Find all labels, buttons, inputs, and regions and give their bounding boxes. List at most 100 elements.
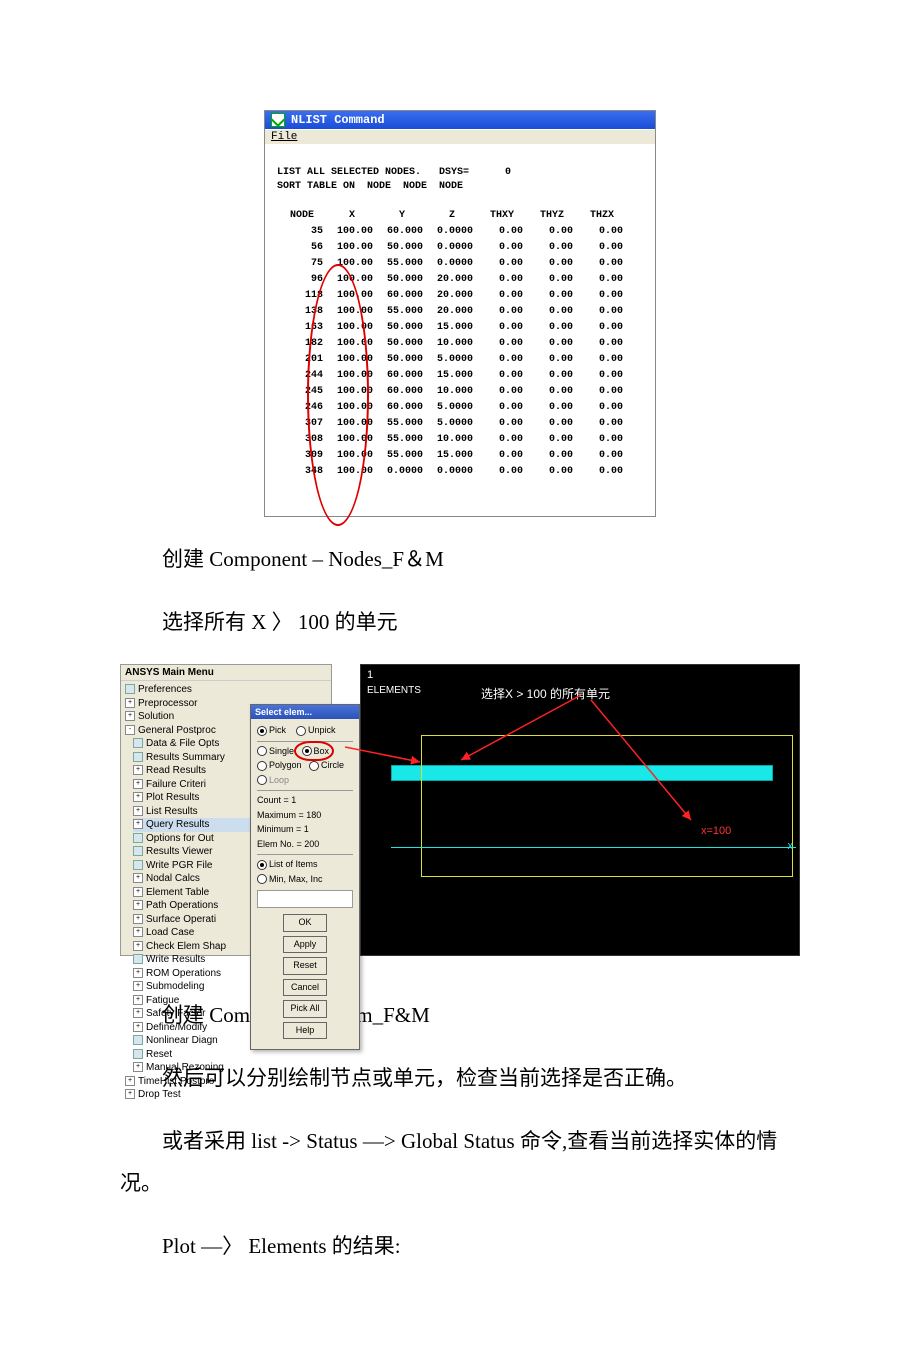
- select-dialog-title: Select elem...: [251, 705, 359, 719]
- radio-list-items[interactable]: [257, 860, 267, 870]
- tree-expand-icon[interactable]: +: [133, 873, 143, 883]
- tree-leaf-icon[interactable]: [133, 1035, 143, 1045]
- table-row: 348100.000.00000.00000.000.000.00: [277, 464, 627, 480]
- tree-expand-icon[interactable]: +: [125, 1089, 135, 1099]
- vp-x-axis-label: x: [788, 840, 794, 852]
- tree-expand-icon[interactable]: +: [133, 968, 143, 978]
- tree-item[interactable]: +Drop Test: [125, 1088, 327, 1102]
- tree-leaf-icon[interactable]: [125, 684, 135, 694]
- vp-label-elements: ELEMENTS: [367, 685, 421, 696]
- tree-expand-icon[interactable]: +: [133, 765, 143, 775]
- nlist-header-row: NODE X Y Z THXY THYZ THZX: [277, 208, 627, 224]
- tree-item-label: General Postproc: [138, 725, 216, 736]
- tree-item-label: Write PGR File: [146, 860, 213, 871]
- tree-item[interactable]: +Manual Rezoning: [133, 1061, 327, 1075]
- tree-expand-icon[interactable]: +: [133, 981, 143, 991]
- table-row: 307100.0055.0005.00000.000.000.00: [277, 416, 627, 432]
- ok-button[interactable]: OK: [283, 914, 327, 932]
- tree-leaf-icon[interactable]: [133, 738, 143, 748]
- tree-expand-icon[interactable]: +: [133, 792, 143, 802]
- tree-item-label: Surface Operati: [146, 914, 216, 925]
- tree-leaf-icon[interactable]: [133, 833, 143, 843]
- tree-expand-icon[interactable]: +: [133, 1022, 143, 1032]
- table-row: 35100.0060.0000.00000.000.000.00: [277, 224, 627, 240]
- paragraph-plot-elements-result: Plot —〉 Elements 的结果:: [120, 1225, 800, 1267]
- min-label: Minimum = 1: [257, 823, 353, 837]
- tree-item-label: ROM Operations: [146, 968, 221, 979]
- table-row: 201100.0050.0005.00000.000.000.00: [277, 352, 627, 368]
- tree-leaf-icon[interactable]: [133, 846, 143, 856]
- select-elem-dialog[interactable]: Select elem... Pick Unpick Single Box: [250, 704, 360, 1050]
- tree-item-label: Fatigue: [146, 995, 179, 1006]
- ansys-screenshot: www.bdocx.com ANSYS Main Menu Preference…: [120, 664, 800, 954]
- tree-leaf-icon[interactable]: [133, 954, 143, 964]
- elemno-label: Elem No. = 200: [257, 838, 353, 852]
- max-label: Maximum = 180: [257, 809, 353, 823]
- box-radio-highlight-annotation: [294, 741, 334, 761]
- tree-item-label: Nonlinear Diagn: [146, 1035, 218, 1046]
- col-z: Z: [427, 208, 477, 224]
- radio-min-max-inc[interactable]: [257, 874, 267, 884]
- x-axis-line: [391, 847, 796, 848]
- table-row: 75100.0055.0000.00000.000.000.00: [277, 256, 627, 272]
- tree-expand-icon[interactable]: +: [133, 887, 143, 897]
- apply-button[interactable]: Apply: [283, 936, 327, 954]
- tree-expand-icon[interactable]: -: [125, 725, 135, 735]
- picked-items-input[interactable]: [257, 890, 353, 908]
- tree-expand-icon[interactable]: +: [133, 927, 143, 937]
- tree-expand-icon[interactable]: +: [133, 779, 143, 789]
- reset-button[interactable]: Reset: [283, 957, 327, 975]
- paragraph-create-nodes-component: 创建 Component – Nodes_F＆M: [120, 538, 800, 580]
- graphics-viewport[interactable]: 1 ELEMENTS 选择X > 100 的所有单元 x=100 x: [360, 664, 800, 956]
- tree-leaf-icon[interactable]: [133, 1049, 143, 1059]
- count-label: Count = 1: [257, 794, 353, 808]
- tree-expand-icon[interactable]: +: [133, 1062, 143, 1072]
- radio-pick[interactable]: [257, 726, 267, 736]
- tree-expand-icon[interactable]: +: [125, 1076, 135, 1086]
- tree-item-label: Nodal Calcs: [146, 873, 200, 884]
- nlist-table: NODE X Y Z THXY THYZ THZX 35100.0060.000…: [277, 208, 627, 480]
- nlist-menu-file[interactable]: File: [265, 129, 655, 144]
- radio-polygon[interactable]: [257, 761, 267, 771]
- tree-item[interactable]: +TimeHist Postpro: [125, 1075, 327, 1089]
- vp-annotation-text: 选择X > 100 的所有单元: [481, 685, 610, 702]
- tree-item-label: Drop Test: [138, 1089, 181, 1100]
- nlist-title-text: NLIST Command: [291, 113, 385, 127]
- tree-item-label: Manual Rezoning: [146, 1062, 224, 1073]
- table-row: 163100.0050.00015.0000.000.000.00: [277, 320, 627, 336]
- tree-item-label: Failure Criteri: [146, 779, 206, 790]
- nlist-header2: SORT TABLE ON NODE NODE NODE: [277, 181, 463, 192]
- tree-expand-icon[interactable]: +: [133, 900, 143, 910]
- tree-leaf-icon[interactable]: [133, 752, 143, 762]
- tree-expand-icon[interactable]: +: [133, 819, 143, 829]
- tree-expand-icon[interactable]: +: [133, 941, 143, 951]
- table-row: 308100.0055.00010.0000.000.000.00: [277, 432, 627, 448]
- tree-item-label: Write Results: [146, 954, 205, 965]
- tree-leaf-icon[interactable]: [133, 860, 143, 870]
- tree-expand-icon[interactable]: +: [133, 914, 143, 924]
- radio-unpick[interactable]: [296, 726, 306, 736]
- tree-expand-icon[interactable]: +: [125, 711, 135, 721]
- pick-all-button[interactable]: Pick All: [283, 1000, 327, 1018]
- cancel-button[interactable]: Cancel: [283, 979, 327, 997]
- tree-expand-icon[interactable]: +: [133, 1008, 143, 1018]
- tree-item-label: Path Operations: [146, 900, 218, 911]
- ansys-main-menu-title: ANSYS Main Menu: [121, 665, 331, 681]
- tree-item[interactable]: Preferences: [125, 683, 327, 697]
- nlist-body: LIST ALL SELECTED NODES. DSYS= 0 SORT TA…: [265, 144, 655, 516]
- tree-item-label: Preprocessor: [138, 698, 197, 709]
- nlist-window: NLIST Command File LIST ALL SELECTED NOD…: [264, 110, 656, 517]
- radio-single[interactable]: [257, 746, 267, 756]
- col-thxy: THXY: [477, 208, 527, 224]
- paragraph-list-status: 或者采用 list -> Status —> Global Status 命令,…: [120, 1120, 800, 1204]
- vp-x100-label: x=100: [701, 825, 731, 837]
- tree-expand-icon[interactable]: +: [125, 698, 135, 708]
- tree-item-label: Load Case: [146, 927, 194, 938]
- tree-item-label: Results Viewer: [146, 846, 213, 857]
- tree-item-label: Data & File Opts: [146, 738, 219, 749]
- radio-circle[interactable]: [309, 761, 319, 771]
- help-button[interactable]: Help: [283, 1022, 327, 1040]
- tree-expand-icon[interactable]: +: [133, 995, 143, 1005]
- tree-expand-icon[interactable]: +: [133, 806, 143, 816]
- table-row: 245100.0060.00010.0000.000.000.00: [277, 384, 627, 400]
